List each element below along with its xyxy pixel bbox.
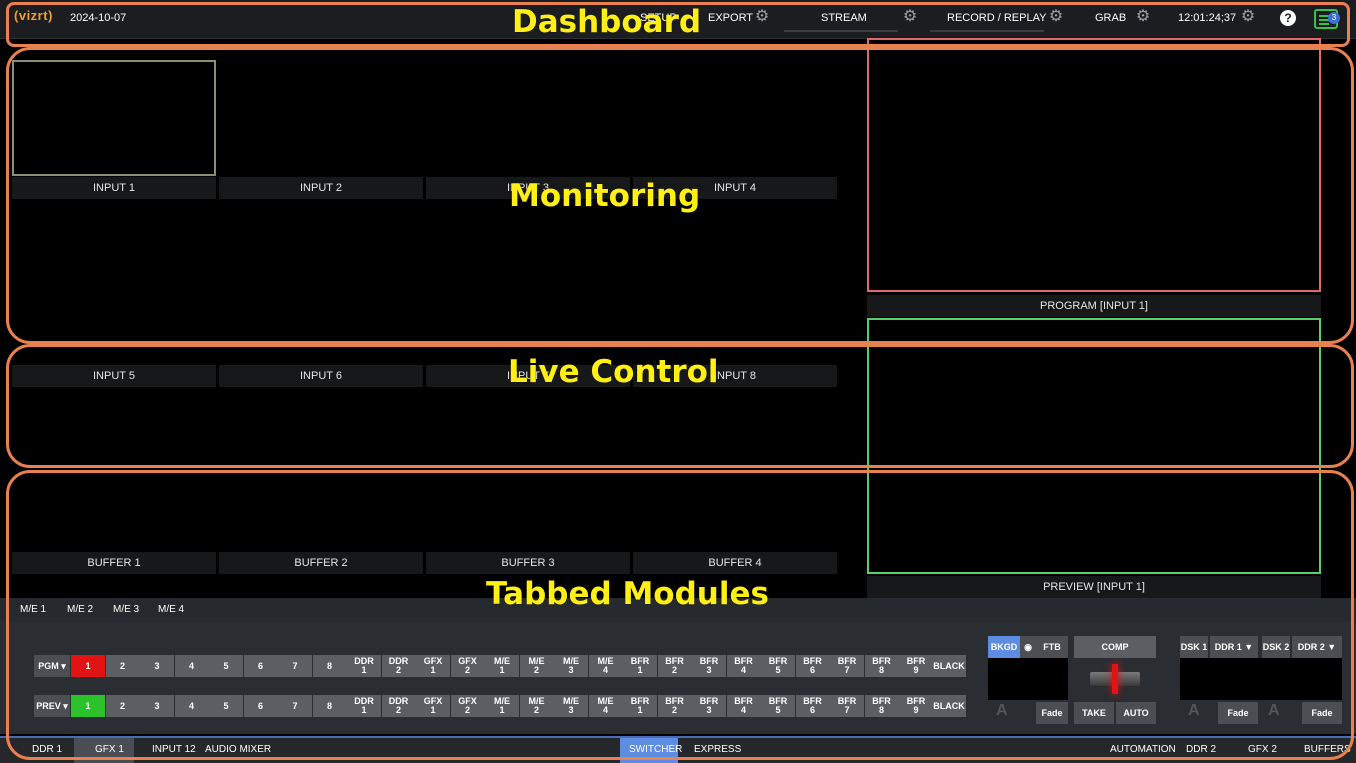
dashboard-region-title: Dashboard bbox=[512, 4, 702, 40]
live-control-region-title: Live Control bbox=[508, 354, 719, 390]
tabbed-modules-region-title: Tabbed Modules bbox=[486, 576, 769, 612]
tabbed-modules-region-outline bbox=[6, 470, 1354, 760]
monitoring-region-title: Monitoring bbox=[509, 178, 701, 214]
